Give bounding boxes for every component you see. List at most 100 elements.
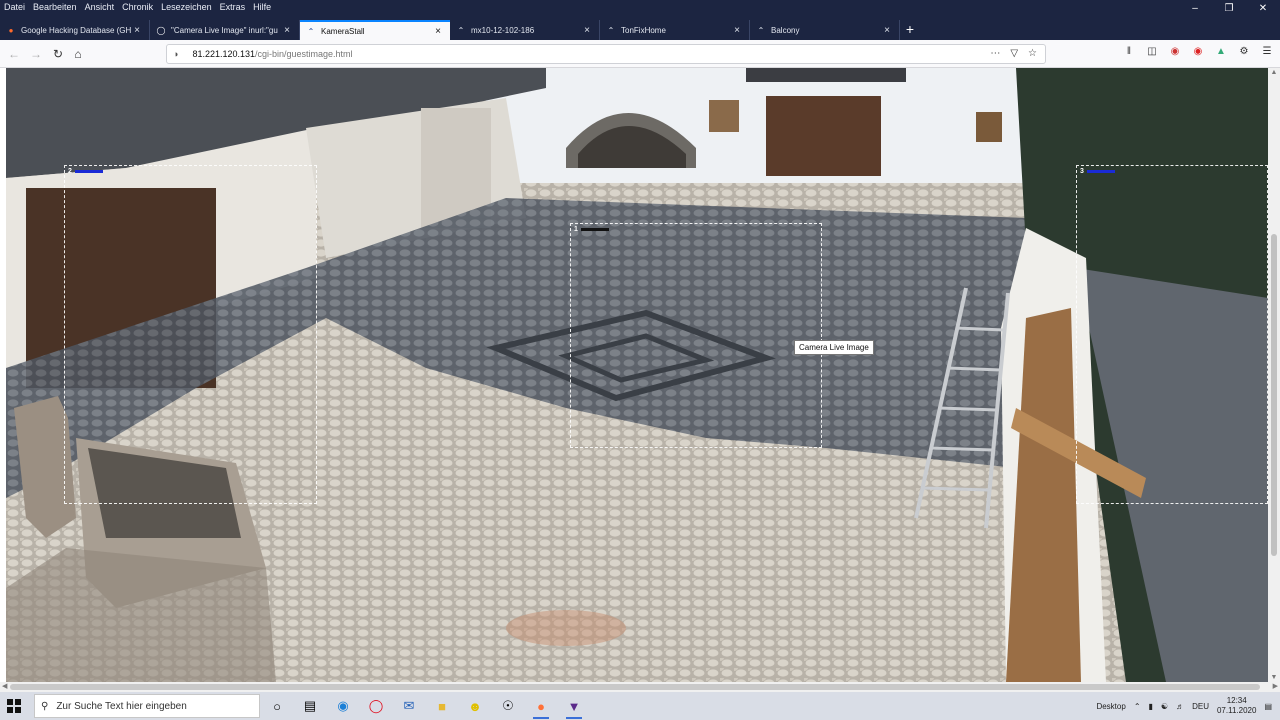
- cortana-icon[interactable]: ○: [266, 695, 288, 717]
- menu-item-ansicht[interactable]: Ansicht: [85, 0, 115, 15]
- motion-window-label: 2: [68, 168, 103, 175]
- axis-camera-icon: ⌃: [607, 25, 615, 35]
- notifications-icon[interactable]: ▤: [1264, 702, 1272, 711]
- menu-bar: Datei Bearbeiten Ansicht Chronik Lesezei…: [0, 0, 271, 15]
- search-icon: ⚲: [41, 700, 49, 712]
- scroll-right-icon[interactable]: ▶: [1273, 682, 1278, 692]
- microphone-icon[interactable]: ▮: [1149, 702, 1153, 711]
- scrollbar-thumb[interactable]: [1271, 234, 1277, 556]
- tab-label: Balcony: [771, 25, 800, 35]
- axis-camera-icon: ⌃: [757, 25, 765, 35]
- taskbar-search-box[interactable]: ⚲ Zur Suche Text hier eingeben: [34, 694, 260, 718]
- tab-strip: ● Google Hacking Database (GH × ◯ "Camer…: [0, 20, 920, 40]
- axis-camera-icon: ⌃: [457, 25, 465, 35]
- chevron-up-icon[interactable]: ⌃: [1134, 702, 1141, 711]
- horizontal-scrollbar[interactable]: ◀ ▶: [0, 682, 1280, 692]
- menu-item-hilfe[interactable]: Hilfe: [253, 0, 271, 15]
- toolbar-right: ‖ ◫ ◉ ◉ ▲ ⚙ ☰: [1122, 46, 1274, 57]
- page-actions-icon[interactable]: ⋯: [990, 48, 1000, 59]
- mail-icon[interactable]: ✉: [398, 695, 420, 717]
- back-button[interactable]: ←: [6, 46, 22, 62]
- fire-icon: ●: [8, 25, 14, 35]
- motion-window-number: 3: [1080, 168, 1084, 175]
- close-tab-icon[interactable]: ×: [131, 25, 143, 36]
- motion-window-label: 3: [1080, 168, 1115, 175]
- tab-label: mx10-12-102-186: [471, 25, 535, 35]
- tab-balcony[interactable]: ⌃ Balcony ×: [750, 20, 900, 40]
- menu-item-datei[interactable]: Datei: [4, 0, 25, 15]
- extension-icon[interactable]: ▲: [1214, 46, 1228, 57]
- new-tab-button[interactable]: +: [900, 20, 920, 40]
- reload-button[interactable]: ↻: [50, 46, 66, 62]
- forward-button[interactable]: →: [28, 46, 44, 62]
- tab-mx10[interactable]: ⌃ mx10-12-102-186 ×: [450, 20, 600, 40]
- motion-window-number: 1: [574, 226, 578, 233]
- app-icon[interactable]: ☻: [464, 695, 486, 717]
- google-icon: ◯: [156, 25, 166, 35]
- close-tab-icon[interactable]: ×: [581, 25, 593, 36]
- clock-time: 12:34: [1226, 696, 1247, 705]
- clock[interactable]: 12:34 07.11.2020: [1217, 696, 1256, 716]
- volume-icon[interactable]: ♬: [1176, 702, 1184, 711]
- app-icon[interactable]: ☉: [497, 695, 519, 717]
- motion-level-bar: [580, 228, 609, 231]
- tab-google-search[interactable]: ◯ "Camera Live Image" inurl:"gu ×: [150, 20, 300, 40]
- scroll-left-icon[interactable]: ◀: [2, 682, 7, 692]
- language-indicator[interactable]: DEU: [1192, 702, 1209, 711]
- network-icon[interactable]: ☯: [1161, 702, 1168, 711]
- tab-google-hacking-database[interactable]: ● Google Hacking Database (GH ×: [0, 20, 150, 40]
- taskbar-apps: ○ ▤ ◉ ◯ ✉ ■ ☻ ☉ ● ▼: [266, 695, 585, 719]
- library-icon[interactable]: ‖: [1122, 46, 1136, 57]
- app-icon[interactable]: ▼: [563, 695, 585, 719]
- axis-camera-icon: ⌃: [307, 26, 315, 36]
- scrollbar-thumb[interactable]: [10, 684, 1260, 690]
- file-explorer-icon[interactable]: ■: [431, 695, 453, 717]
- task-view-icon[interactable]: ▤: [299, 695, 321, 717]
- bookmark-star-icon[interactable]: ☆: [1028, 48, 1037, 59]
- url-bar[interactable]: ◑ 81.221.120.131 /cgi-bin/guestimage.htm…: [166, 44, 1046, 64]
- tab-tonfixhome[interactable]: ⌃ TonFixHome ×: [600, 20, 750, 40]
- menu-item-bearbeiten[interactable]: Bearbeiten: [33, 0, 77, 15]
- close-tab-icon[interactable]: ×: [731, 25, 743, 36]
- firefox-icon[interactable]: ●: [530, 695, 552, 719]
- taskbar: ⚲ Zur Suche Text hier eingeben ○ ▤ ◉ ◯ ✉…: [0, 692, 1280, 720]
- tab-label: KameraStall: [321, 26, 365, 36]
- extension-icon[interactable]: ◉: [1168, 46, 1182, 57]
- clock-date: 07.11.2020: [1216, 706, 1257, 715]
- windows-start-icon[interactable]: [6, 698, 22, 714]
- scroll-up-icon[interactable]: ▲: [1268, 69, 1280, 76]
- scroll-down-icon[interactable]: ▼: [1268, 674, 1280, 681]
- motion-window-label: 1: [574, 226, 609, 233]
- browser-titlebar: Datei Bearbeiten Ansicht Chronik Lesezei…: [0, 0, 1280, 40]
- close-window-button[interactable]: ✕: [1246, 0, 1280, 18]
- motion-level-bar: [1086, 170, 1115, 173]
- adblock-icon[interactable]: ◉: [1191, 46, 1205, 57]
- vertical-scrollbar[interactable]: ▲ ▼: [1268, 68, 1280, 682]
- screen: Datei Bearbeiten Ansicht Chronik Lesezei…: [0, 0, 1280, 720]
- home-button[interactable]: ⌂: [70, 46, 86, 62]
- menu-item-extras[interactable]: Extras: [220, 0, 246, 15]
- motion-level-bar: [74, 170, 103, 173]
- navigation-bar: ← → ↻ ⌂ ◑ 81.221.120.131 /cgi-bin/guesti…: [0, 40, 1280, 68]
- close-tab-icon[interactable]: ×: [281, 25, 293, 36]
- close-tab-icon[interactable]: ×: [432, 26, 444, 37]
- tab-kamerastall[interactable]: ⌃ KameraStall ×: [300, 20, 450, 40]
- motion-window-3: 3: [1076, 165, 1268, 504]
- close-tab-icon[interactable]: ×: [881, 25, 893, 36]
- minimize-button[interactable]: –: [1178, 0, 1212, 18]
- shield-icon[interactable]: ◑: [173, 49, 178, 59]
- motion-window-number: 2: [68, 168, 72, 175]
- url-actions: ⋯ ▽ ☆: [990, 48, 1037, 59]
- extension-icon[interactable]: ⚙: [1237, 46, 1251, 57]
- menu-item-chronik[interactable]: Chronik: [122, 0, 153, 15]
- menu-item-lesezeichen[interactable]: Lesezeichen: [161, 0, 212, 15]
- desktop-label[interactable]: Desktop: [1096, 702, 1125, 711]
- opera-icon[interactable]: ◯: [365, 695, 387, 717]
- image-tooltip: Camera Live Image: [794, 340, 874, 355]
- edge-icon[interactable]: ◉: [332, 695, 354, 717]
- menu-icon[interactable]: ☰: [1260, 46, 1274, 57]
- pocket-icon[interactable]: ▽: [1010, 48, 1018, 59]
- maximize-button[interactable]: ❐: [1212, 0, 1246, 18]
- tab-label: Google Hacking Database (GH: [21, 25, 131, 35]
- sidebar-icon[interactable]: ◫: [1145, 46, 1159, 57]
